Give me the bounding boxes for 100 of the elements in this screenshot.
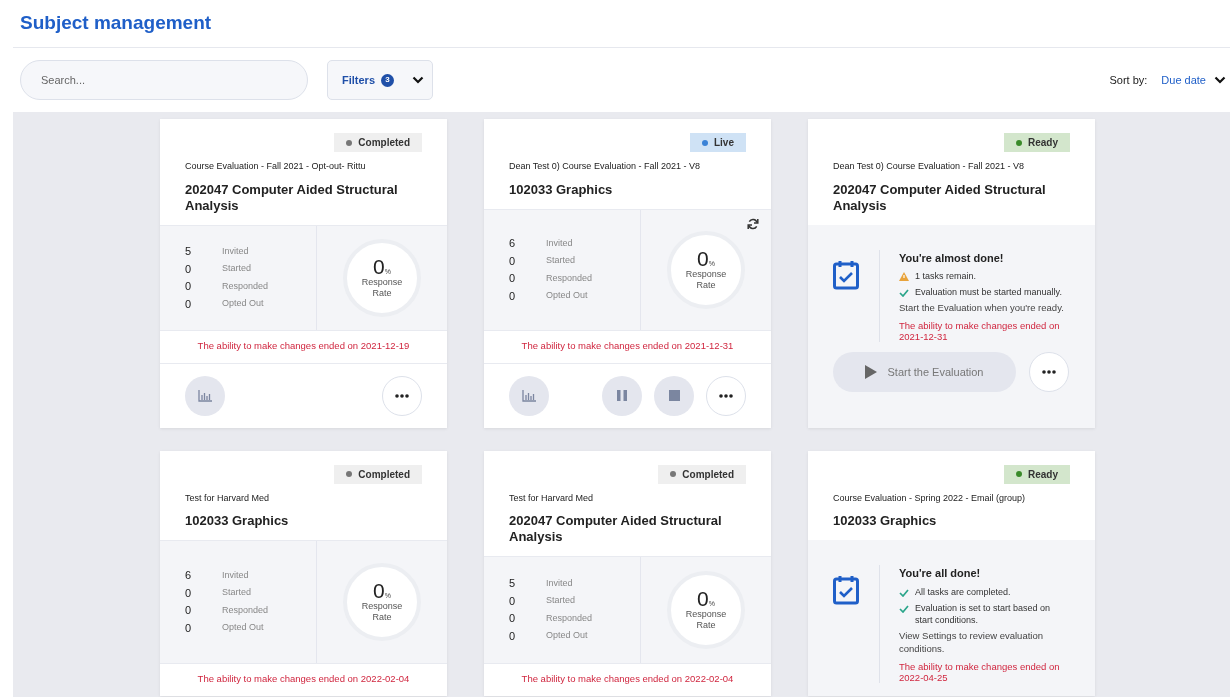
filter-count-badge: 3 [381,73,394,87]
stat-label: Invited [222,244,249,258]
search-field[interactable]: Search... [20,60,308,100]
task-item: All tasks are completed. [915,585,1011,598]
bar-chart-icon [198,389,212,402]
survey-name: Dean Test 0) Course Evaluation - Fall 2021 - V8 [833,160,1025,173]
instruction-text: Start the Evaluation when you're ready. [899,301,1064,314]
bar-chart-icon [522,389,536,402]
chevron-down-icon [1214,76,1226,84]
filters-button[interactable]: Filters 3 [327,60,433,100]
stat-value: 0 [185,261,193,277]
stat-value: 0 [509,628,517,644]
stat-label: Invited [546,576,573,590]
task-item: 1 tasks remain. [915,270,977,282]
stop-icon [668,390,680,401]
instruction-text: View Settings to review evaluation conditions. [899,628,1044,655]
stat-value: 5 [509,576,517,592]
stat-label: Started [222,262,252,275]
course-title: 202047 Computer Aided Structural Analysis [833,181,1047,214]
deadline-notice: The ability to make changes ended on 2022-02-04 [197,672,410,687]
status-badge: Completed [658,464,746,484]
calendar-check-icon [833,259,859,290]
progress-heading: You're almost done! [899,250,1005,266]
task-item: Evaluation is set to start based on start conditions. [915,601,1052,626]
pause-button[interactable] [602,375,642,416]
rate-label: Response Rate [360,277,404,299]
stat-value: 0 [509,288,517,304]
stat-label: Started [222,586,252,600]
task-item: Evaluation must be started manually. [915,286,1062,298]
stat-label: Opted Out [222,297,264,310]
stat-value: 0 [185,585,193,601]
deadline-notice: The ability to make changes ended on 2021-12-31 [899,320,1061,342]
stat-label: Invited [222,568,249,582]
status-badge: Live [690,133,746,152]
stat-label: Invited [546,236,573,250]
more-options-button[interactable] [382,375,422,416]
rate-label: Response Rate [684,609,728,632]
deadline-notice: The ability to make changes ended on 2021-12-31 [521,339,734,354]
more-options-button[interactable] [1029,352,1069,392]
deadline-notice: The ability to make changes ended on 2021-12-19 [197,339,410,354]
survey-name: Course Evaluation - Fall 2021 - Opt-out- Rittu [185,160,367,173]
rate-label: Response Rate [684,269,728,291]
more-options-button[interactable] [706,375,746,416]
stat-value: 0 [509,611,517,627]
calendar-check-icon [833,575,859,605]
stat-label: Started [546,594,576,608]
course-title: 102033 Graphics [833,513,938,529]
course-title: 102033 Graphics [185,513,290,529]
rate-value: 0 [373,256,385,277]
status-badge: Ready [1004,133,1070,152]
more-icon [1042,370,1056,374]
warning-icon [899,272,909,281]
course-title: 202047 Computer Aided Structural Analysis [509,513,723,545]
stat-value: 0 [185,279,193,294]
deadline-notice: The ability to make changes ended on 2022-04-25 [899,660,1061,683]
stat-label: Opted Out [222,621,264,635]
report-button[interactable] [509,375,549,416]
play-icon [865,365,878,379]
stat-value: 6 [509,236,517,251]
stat-value: 6 [185,568,193,584]
stop-button[interactable] [654,375,694,416]
survey-name: Test for Harvard Med [185,491,271,505]
status-badge: Ready [1004,464,1070,484]
sort-dropdown[interactable]: Due date [1161,71,1226,89]
stat-value: 0 [509,253,517,269]
page-title: Subject management [20,11,212,36]
stat-label: Opted Out [546,289,588,302]
stat-value: 0 [185,296,193,312]
stat-label: Opted Out [546,629,588,643]
rate-value: 0 [697,588,709,610]
start-evaluation-button[interactable]: Start the Evaluation [833,352,1016,392]
stat-label: Responded [546,271,593,285]
status-badge: Completed [334,133,422,152]
stat-label: Started [546,254,576,267]
stat-value: 0 [509,593,517,609]
rate-value: 0 [373,580,385,602]
more-icon [395,393,409,398]
pause-icon [617,390,627,401]
report-button[interactable] [185,375,225,416]
status-badge: Completed [334,464,422,484]
rate-value: 0 [697,248,709,269]
chevron-down-icon [412,76,424,84]
survey-name: Test for Harvard Med [509,491,595,505]
rate-label: Response Rate [360,601,404,624]
survey-name: Course Evaluation - Spring 2022 - Email (group) [833,491,1027,505]
sort-label: Sort by: [1109,72,1148,88]
course-title: 102033 Graphics [509,181,614,198]
survey-name: Dean Test 0) Course Evaluation - Fall 2021 - V8 [509,160,701,173]
stat-value: 0 [185,620,193,636]
refresh-icon[interactable] [747,217,759,230]
deadline-notice: The ability to make changes ended on 2022-02-04 [521,672,734,687]
check-icon [899,289,909,297]
stat-label: Responded [546,611,593,625]
course-title: 202047 Computer Aided Structural Analysis [185,181,399,214]
more-icon [719,393,733,398]
stat-value: 5 [185,244,193,259]
progress-heading: You're all done! [899,566,982,581]
stat-value: 0 [509,271,517,286]
stat-label: Responded [222,279,269,293]
stat-label: Responded [222,603,269,617]
